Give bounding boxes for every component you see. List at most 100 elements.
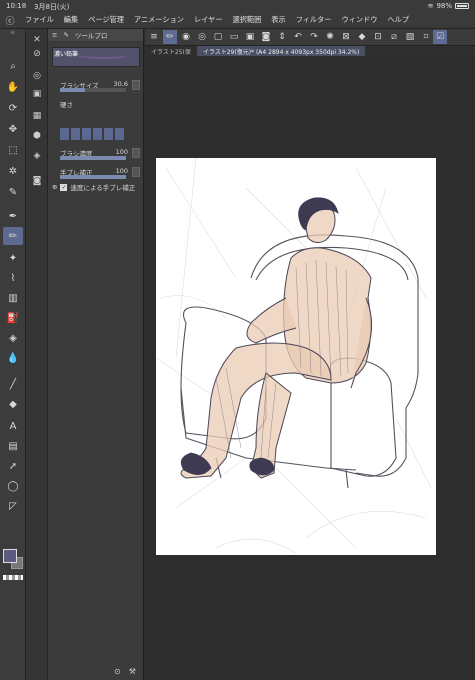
hardness-level[interactable] (82, 128, 91, 140)
status-time: 10:18 (6, 2, 27, 10)
hardness-level[interactable] (71, 128, 80, 140)
save-icon[interactable]: ▣ (243, 30, 257, 44)
eraser-icon[interactable]: ◈ (3, 329, 23, 347)
checkmark-icon[interactable]: ☑ (433, 30, 447, 44)
menu-edit[interactable]: 編集 (59, 15, 83, 25)
transform-icon[interactable]: ⊡ (371, 30, 385, 44)
clip-studio-logo-icon[interactable]: ⓒ (0, 14, 20, 27)
density-row[interactable]: ブラシ濃度 100 (52, 148, 142, 162)
lock-icon: ⊕ (52, 183, 58, 191)
menu-animation[interactable]: アニメーション (129, 15, 189, 25)
camera-icon[interactable]: ◙ (259, 30, 273, 44)
brush-size-value[interactable]: 30.6 (114, 80, 128, 88)
tool-bar: ≡ ⌕ ✋ ⟳ ✥ ⬚ ✲ ✎ ✒ ✏ ✦ ⌇ ▥ ⛽ ◈ 💧 ╱ ◆ A ▤ … (0, 29, 26, 680)
subtool-camera-icon[interactable]: ◙ (30, 174, 44, 188)
adjust-icon[interactable]: ⇕ (275, 30, 289, 44)
pen-icon[interactable]: ✒ (3, 207, 23, 225)
canvas-area[interactable] (145, 56, 475, 680)
eyedropper-icon[interactable]: ✎ (3, 183, 23, 201)
fill-icon[interactable]: ◆ (355, 30, 369, 44)
brush-size-row[interactable]: ブラシサイズ 30.6 (52, 80, 142, 94)
line-icon[interactable]: ╱ (3, 375, 23, 393)
crop-icon[interactable]: ⌗ (419, 30, 433, 44)
rotate-icon[interactable]: ⟳ (3, 99, 23, 117)
menu-icon[interactable]: ≡ (147, 30, 161, 44)
object-select-icon[interactable]: ➚ (3, 457, 23, 475)
tab-illust-29[interactable]: イラスト29(復元)* (A4 2894 x 4093px 350dpi 34.… (196, 46, 366, 56)
move-icon[interactable]: ✥ (3, 120, 23, 138)
eye-icon[interactable]: ◎ (195, 30, 209, 44)
speed-stabilization-row[interactable]: ⊕ ✓ 速度による手ブレ補正 (52, 182, 135, 192)
canvas-paper[interactable] (155, 157, 436, 555)
subtool-save-icon[interactable]: ▣ (30, 87, 44, 101)
density-button[interactable] (132, 148, 140, 158)
menu-selection[interactable]: 選択範囲 (228, 15, 267, 25)
hardness-level[interactable] (60, 128, 69, 140)
fill-bucket-icon[interactable]: ◆ (3, 395, 23, 413)
text-icon[interactable]: A (3, 417, 23, 435)
ios-status-bar: 10:18 3月8日(火) ≋ 98% (0, 0, 475, 12)
stabilization-slider[interactable] (60, 175, 126, 179)
airbrush-icon[interactable]: ⌇ (3, 269, 23, 287)
hardness-selector[interactable] (60, 128, 124, 140)
hardness-level[interactable] (115, 128, 124, 140)
toolbar-grip[interactable]: ≡ (0, 29, 25, 39)
redo-icon[interactable]: ↷ (307, 30, 321, 44)
speed-stabilization-label: 速度による手ブレ補正 (70, 184, 136, 192)
menu-filter[interactable]: フィルター (291, 15, 337, 25)
close-icon[interactable]: ✕ (30, 33, 44, 47)
subtool-layers-icon[interactable]: ◈ (30, 149, 44, 163)
open-folder-icon[interactable]: ▭ (227, 30, 241, 44)
density-value[interactable]: 100 (116, 148, 128, 156)
clear-icon[interactable]: ⊠ (339, 30, 353, 44)
layer-icon[interactable]: ◉ (179, 30, 193, 44)
tab-illust-25[interactable]: イラスト25(保 (145, 46, 197, 56)
brush-size-button[interactable] (132, 80, 140, 90)
speed-stabilization-checkbox[interactable]: ✓ (60, 183, 68, 191)
stabilization-row[interactable]: 手ブレ補正 100 (52, 167, 142, 181)
sub-tool-column: ✕ ⊘ ◎ ▣ ▦ ⬢ ◈ ◙ (26, 29, 48, 680)
deselect-icon[interactable]: ⧄ (387, 30, 401, 44)
main-color-swatch[interactable] (3, 549, 17, 563)
subtool-grid-icon[interactable]: ▦ (30, 109, 44, 123)
transparent-color-swatch[interactable] (3, 575, 23, 580)
subtool-stack-icon[interactable]: ⬢ (30, 129, 44, 143)
menu-file[interactable]: ファイル (20, 15, 59, 25)
frame-icon[interactable]: ▤ (3, 437, 23, 455)
subtool-pencil-icon[interactable]: ⊘ (30, 47, 44, 61)
brush-icon[interactable]: ✦ (3, 249, 23, 267)
pencil-icon[interactable]: ✏ (163, 30, 177, 44)
lasso-icon[interactable]: ◯ (3, 477, 23, 495)
hardness-level[interactable] (93, 128, 102, 140)
download-icon[interactable]: ⊙ (114, 667, 121, 676)
pencil-icon[interactable]: ✏ (3, 227, 23, 245)
gradient-icon[interactable]: ▥ (3, 289, 23, 307)
invert-icon[interactable]: ▧ (403, 30, 417, 44)
select-rect-icon[interactable]: ⬚ (3, 141, 23, 159)
menu-icon[interactable]: ≡ (52, 31, 57, 39)
menu-view[interactable]: 表示 (266, 15, 290, 25)
spinner-icon[interactable]: ✺ (323, 30, 337, 44)
subtool-layer-icon[interactable]: ◎ (30, 69, 44, 83)
density-slider[interactable] (60, 156, 126, 160)
menu-help[interactable]: ヘルプ (382, 15, 414, 25)
undo-icon[interactable]: ↶ (291, 30, 305, 44)
hand-icon[interactable]: ✋ (3, 78, 23, 96)
menu-page[interactable]: ページ管理 (83, 15, 129, 25)
brush-name: 濃い鉛筆 (54, 51, 79, 58)
panel-tab[interactable]: ツールプロ (75, 30, 108, 40)
magic-wand-icon[interactable]: ✲ (3, 162, 23, 180)
hardness-level[interactable] (104, 128, 113, 140)
magnifier-icon[interactable]: ⌕ (3, 57, 23, 75)
stabilization-button[interactable] (132, 167, 140, 177)
status-date: 3月8日(火) (34, 3, 70, 11)
new-file-icon[interactable]: ▢ (211, 30, 225, 44)
fill-icon[interactable]: ⛽ (3, 309, 23, 327)
wrench-icon[interactable]: ⚒ (129, 667, 136, 676)
brush-size-slider[interactable] (60, 88, 126, 92)
stabilization-value[interactable]: 100 (116, 167, 128, 175)
blend-icon[interactable]: 💧 (3, 349, 23, 367)
menu-layer[interactable]: レイヤー (189, 15, 228, 25)
menu-window[interactable]: ウィンドウ (336, 15, 382, 25)
ruler-icon[interactable]: ◸ (3, 497, 23, 515)
